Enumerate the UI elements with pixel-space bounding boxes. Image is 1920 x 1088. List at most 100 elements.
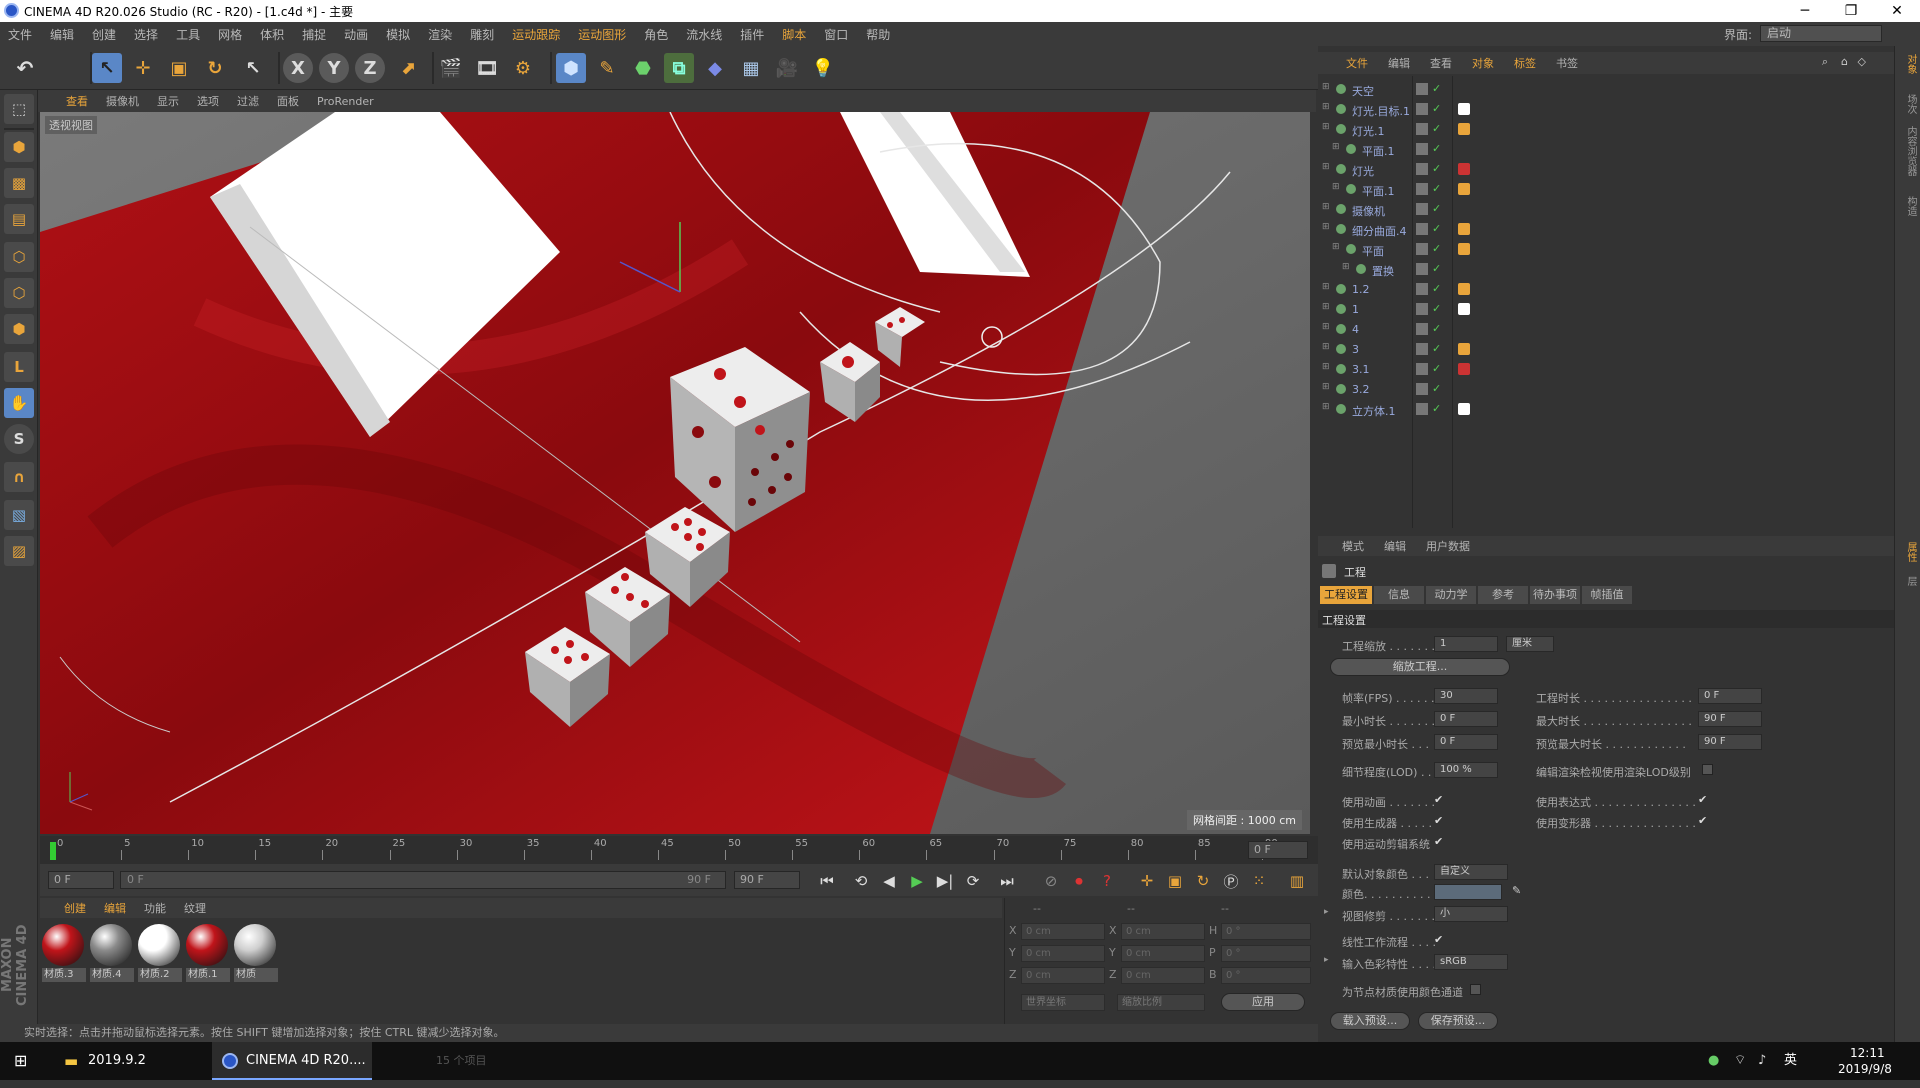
material-swatch[interactable]: 材质.4 bbox=[90, 924, 134, 986]
previous-frame-icon[interactable]: ◀ bbox=[878, 870, 900, 892]
go-to-start-icon[interactable]: ⏮ bbox=[816, 870, 838, 892]
material-menu-function[interactable]: 功能 bbox=[144, 900, 166, 916]
object-row[interactable]: ⊞ 3.2 ✓ bbox=[1318, 380, 1894, 400]
visibility-check-icon[interactable]: ✓ bbox=[1432, 382, 1441, 395]
material-swatch[interactable]: 材质.1 bbox=[186, 924, 230, 986]
lod-field[interactable]: 100 % bbox=[1434, 762, 1498, 778]
tab-todo[interactable]: 待办事项 bbox=[1530, 586, 1580, 604]
use-expressions-checkbox[interactable]: ✔ bbox=[1698, 793, 1707, 806]
menu-plugins[interactable]: 插件 bbox=[740, 26, 764, 43]
om-search-icon[interactable]: ⌕ bbox=[1822, 55, 1828, 69]
go-to-next-key-icon[interactable]: ⟳ bbox=[962, 870, 984, 892]
floor-icon[interactable]: ▦ bbox=[736, 53, 766, 83]
key-scale-icon[interactable]: ▣ bbox=[1164, 870, 1186, 892]
visibility-check-icon[interactable]: ✓ bbox=[1432, 362, 1441, 375]
menu-render[interactable]: 渲染 bbox=[428, 26, 452, 43]
end-frame-field[interactable]: 90 F bbox=[734, 871, 800, 889]
om-menu-objects[interactable]: 对象 bbox=[1472, 55, 1494, 71]
project-unit-select[interactable]: 厘米 bbox=[1506, 636, 1554, 652]
tweak-mode-icon[interactable]: ✋ bbox=[4, 388, 34, 418]
object-row[interactable]: ⊞ 立方体.1 ✓ bbox=[1318, 400, 1894, 420]
array-icon[interactable]: ⧉ bbox=[664, 53, 694, 83]
object-name[interactable]: 平面 bbox=[1362, 243, 1384, 259]
side-tab-takes[interactable]: 场次 bbox=[1898, 94, 1918, 114]
points-mode-icon[interactable]: ⬡ bbox=[4, 242, 34, 272]
project-time-field[interactable]: 0 F bbox=[1698, 688, 1762, 704]
key-rotation-icon[interactable]: ↻ bbox=[1192, 870, 1214, 892]
solo-mode-icon[interactable]: S bbox=[4, 424, 34, 454]
edges-mode-icon[interactable]: ⬡ bbox=[4, 278, 34, 308]
viewport-menu-display[interactable]: 显示 bbox=[157, 93, 179, 109]
windows-start-icon[interactable]: ⊞ bbox=[14, 1042, 27, 1080]
object-name[interactable]: 天空 bbox=[1352, 83, 1374, 99]
object-row[interactable]: ⊞ 灯光.目标.1 ✓ bbox=[1318, 100, 1894, 120]
visibility-check-icon[interactable]: ✓ bbox=[1432, 242, 1441, 255]
tab-info[interactable]: 信息 bbox=[1374, 586, 1424, 604]
tab-project-settings[interactable]: 工程设置 bbox=[1320, 586, 1372, 604]
use-animation-checkbox[interactable]: ✔ bbox=[1434, 793, 1443, 806]
camera-icon[interactable]: 🎥 bbox=[772, 53, 802, 83]
timeline-window-icon[interactable]: ▥ bbox=[1286, 870, 1308, 892]
expand-toggle-icon[interactable]: ⊞ bbox=[1322, 222, 1330, 232]
expand-toggle-icon[interactable]: ⊞ bbox=[1342, 262, 1350, 272]
layer-toggle-icon[interactable] bbox=[1416, 303, 1428, 315]
object-tag-icon[interactable] bbox=[1458, 103, 1470, 115]
start-frame-field[interactable]: 0 F bbox=[48, 871, 114, 889]
texture-mode-icon[interactable]: ▩ bbox=[4, 168, 34, 198]
layer-toggle-icon[interactable] bbox=[1416, 363, 1428, 375]
object-tag-icon[interactable] bbox=[1458, 303, 1470, 315]
material-menu-create[interactable]: 创建 bbox=[64, 900, 86, 916]
expand-toggle-icon[interactable]: ⊞ bbox=[1322, 282, 1330, 292]
visibility-check-icon[interactable]: ✓ bbox=[1432, 142, 1441, 155]
object-name[interactable]: 1 bbox=[1352, 303, 1359, 316]
viewport-menu-options[interactable]: 选项 bbox=[197, 93, 219, 109]
visibility-check-icon[interactable]: ✓ bbox=[1432, 222, 1441, 235]
scale-mode-select[interactable]: 缩放比例 bbox=[1117, 994, 1205, 1011]
object-tag-icon[interactable] bbox=[1458, 163, 1470, 175]
expand-toggle-icon[interactable]: ⊞ bbox=[1322, 362, 1330, 372]
visibility-check-icon[interactable]: ✓ bbox=[1432, 342, 1441, 355]
menu-create[interactable]: 创建 bbox=[92, 26, 116, 43]
folder-icon[interactable]: ▬ bbox=[64, 1042, 78, 1080]
expand-arrow-icon[interactable]: ▸ bbox=[1324, 955, 1329, 965]
object-name[interactable]: 3.2 bbox=[1352, 383, 1370, 396]
menu-volume[interactable]: 体积 bbox=[260, 26, 284, 43]
light-icon[interactable]: 💡 bbox=[808, 53, 838, 83]
record-icon[interactable]: ⊘ bbox=[1040, 870, 1062, 892]
layer-toggle-icon[interactable] bbox=[1416, 263, 1428, 275]
color-swatch[interactable] bbox=[1434, 884, 1502, 900]
material-swatch[interactable]: 材质 bbox=[234, 924, 278, 986]
layer-toggle-icon[interactable] bbox=[1416, 183, 1428, 195]
maximize-button[interactable]: ❐ bbox=[1828, 0, 1874, 22]
tab-referencing[interactable]: 参考 bbox=[1478, 586, 1528, 604]
render-settings-icon[interactable]: ⚙ bbox=[508, 53, 538, 83]
visibility-check-icon[interactable]: ✓ bbox=[1432, 162, 1441, 175]
am-menu-edit[interactable]: 编辑 bbox=[1384, 538, 1406, 554]
make-editable-icon[interactable]: ⬚ bbox=[4, 94, 34, 124]
side-tab-attributes[interactable]: 属性 bbox=[1898, 542, 1918, 562]
visibility-check-icon[interactable]: ✓ bbox=[1432, 102, 1441, 115]
use-motion-system-checkbox[interactable]: ✔ bbox=[1434, 835, 1443, 848]
close-button[interactable]: ✕ bbox=[1874, 0, 1920, 22]
layer-toggle-icon[interactable] bbox=[1416, 203, 1428, 215]
workplane-icon[interactable]: ▤ bbox=[4, 204, 34, 234]
menu-mograph[interactable]: 运动图形 bbox=[578, 26, 626, 43]
size-y-field[interactable]: 0 cm bbox=[1121, 945, 1205, 962]
object-name[interactable]: 4 bbox=[1352, 323, 1359, 336]
planar-workplane-icon[interactable]: ▨ bbox=[4, 536, 34, 566]
pen-icon[interactable]: ✎ bbox=[592, 53, 622, 83]
object-name[interactable]: 灯光.1 bbox=[1352, 123, 1385, 139]
om-home-icon[interactable]: ⌂ bbox=[1841, 55, 1848, 68]
eyedropper-icon[interactable]: ✎ bbox=[1512, 884, 1521, 897]
layer-toggle-icon[interactable] bbox=[1416, 343, 1428, 355]
viewport-menu-panel[interactable]: 面板 bbox=[277, 93, 299, 109]
axis-mode-icon[interactable]: L bbox=[4, 352, 34, 382]
project-scale-field[interactable]: 1 bbox=[1434, 636, 1498, 652]
object-tag-icon[interactable] bbox=[1458, 283, 1470, 295]
tray-wechat-icon[interactable]: ● bbox=[1708, 1042, 1719, 1080]
object-name[interactable]: 立方体.1 bbox=[1352, 403, 1396, 419]
expand-toggle-icon[interactable]: ⊞ bbox=[1322, 302, 1330, 312]
undo-icon[interactable]: ↶ bbox=[10, 53, 40, 83]
object-tag-icon[interactable] bbox=[1458, 343, 1470, 355]
workplane-lock-icon[interactable]: ▧ bbox=[4, 500, 34, 530]
